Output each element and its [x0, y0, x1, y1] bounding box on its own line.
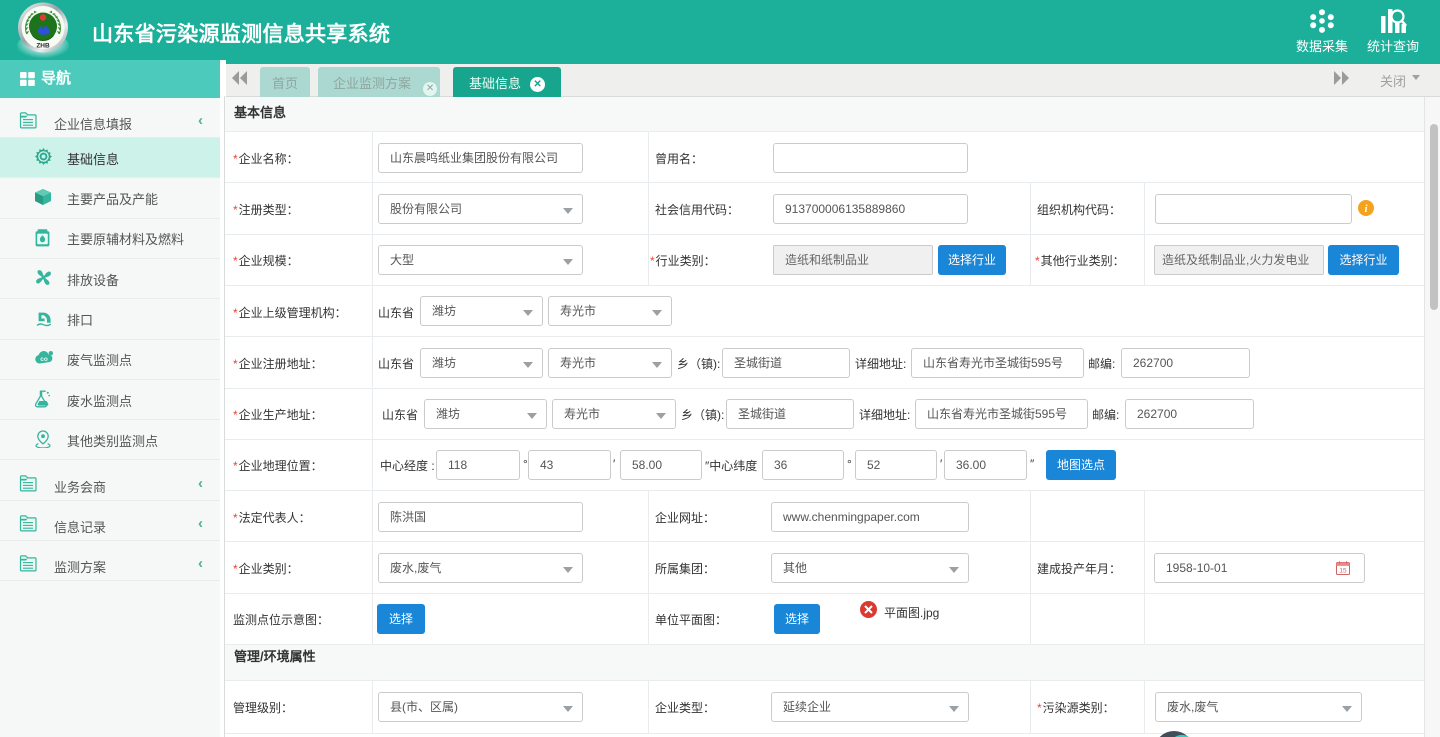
svg-text:ZHB: ZHB	[36, 43, 50, 50]
svg-text:15: 15	[1339, 567, 1347, 574]
svg-text:co: co	[40, 356, 48, 363]
